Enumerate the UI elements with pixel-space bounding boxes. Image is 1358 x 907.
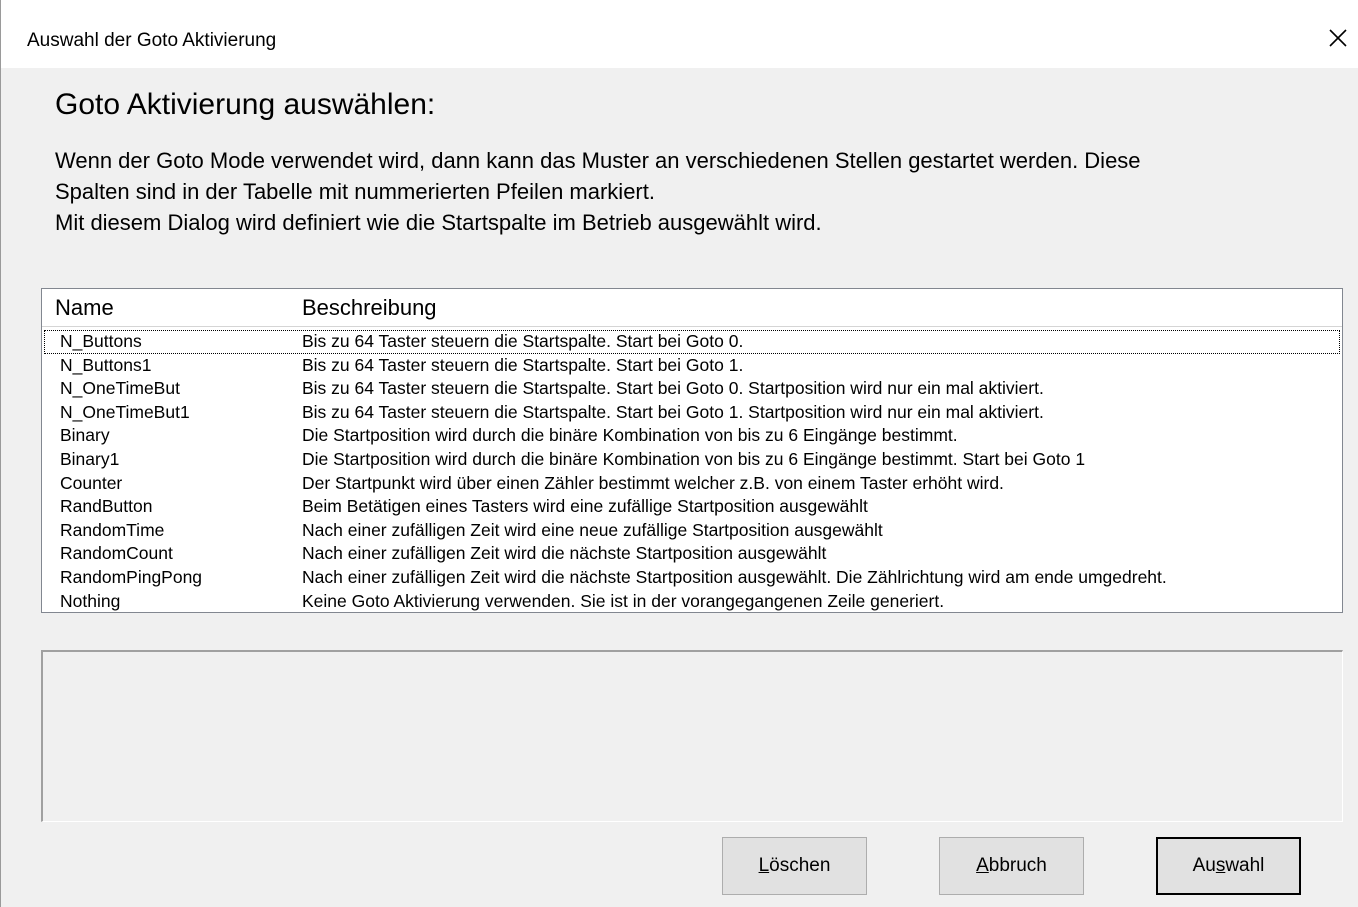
- row-description: Der Startpunkt wird über einen Zähler be…: [302, 472, 1004, 493]
- row-name: Counter: [60, 472, 123, 493]
- dialog-heading: Goto Aktivierung auswählen:: [55, 88, 436, 121]
- list-row[interactable]: N_OneTimeBut1 Bis zu 64 Taster steuern di…: [42, 401, 1342, 425]
- list-row[interactable]: RandomCount Nach einer zufälligen Zeit wi…: [42, 542, 1342, 566]
- row-name: N_OneTimeBut1: [60, 401, 190, 422]
- row-name: RandomTime: [60, 519, 165, 540]
- list-row[interactable]: RandomTime Nach einer zufälligen Zeit wir…: [42, 519, 1342, 543]
- list-row[interactable]: Binary Die Startposition wird durch die b…: [42, 424, 1342, 448]
- cancel-button[interactable]: Abbruch: [939, 837, 1084, 895]
- row-description: Nach einer zufälligen Zeit wird eine neu…: [302, 519, 883, 540]
- row-name: Binary: [60, 425, 110, 446]
- list-row[interactable]: RandomPingPong Nach einer zufälligen Zeit…: [42, 566, 1342, 590]
- row-description: Nach einer zufälligen Zeit wird die näch…: [302, 566, 1167, 587]
- row-description: Die Startposition wird durch die binäre …: [302, 448, 1086, 469]
- row-description: Bis zu 64 Taster steuern die Startspalte…: [302, 354, 744, 375]
- list-row[interactable]: Binary1 Die Startposition wird durch die …: [42, 448, 1342, 472]
- row-name: N_Buttons: [60, 331, 142, 351]
- list-rows: N_Buttons Bis zu 64 Taster steuern die St…: [42, 330, 1342, 612]
- row-name: N_Buttons1: [60, 354, 152, 375]
- row-description: Bis zu 64 Taster steuern die Startspalte…: [302, 401, 1044, 422]
- description-line: Wenn der Goto Mode verwendet wird, dann …: [55, 148, 1141, 173]
- select-button-accel: s: [1215, 855, 1226, 876]
- list-header: Name Beschreibung: [42, 289, 1342, 327]
- row-name: RandomPingPong: [60, 566, 203, 587]
- description-line: Mit diesem Dialog wird definiert wie die…: [55, 210, 822, 235]
- row-description: Nach einer zufälligen Zeit wird die näch…: [302, 543, 827, 564]
- close-button[interactable]: [1315, 16, 1358, 60]
- row-description: Die Startposition wird durch die binäre …: [302, 425, 958, 446]
- row-name: N_OneTimeBut: [60, 378, 180, 399]
- goto-mode-list[interactable]: Name Beschreibung N_Buttons Bis zu 64 Tas…: [41, 288, 1343, 613]
- delete-button-label: öschen: [769, 855, 831, 876]
- delete-button-accel: L: [758, 855, 770, 876]
- row-description: Bis zu 64 Taster steuern die Startspalte…: [302, 331, 744, 351]
- list-row[interactable]: RandButton Beim Betätigen eines Tasters w…: [42, 495, 1342, 519]
- description-text: Wenn der Goto Mode verwendet wird, dann …: [55, 145, 1335, 238]
- list-row[interactable]: N_Buttons Bis zu 64 Taster steuern die St…: [44, 330, 1340, 354]
- row-description: Keine Goto Aktivierung verwenden. Sie is…: [302, 590, 945, 611]
- row-name: Nothing: [60, 590, 121, 611]
- list-row[interactable]: N_Buttons1 Bis zu 64 Taster steuern die S…: [42, 354, 1342, 378]
- row-name: RandButton: [60, 496, 153, 517]
- select-button-label-pre: Au: [1192, 855, 1216, 876]
- row-description: Beim Betätigen eines Tasters wird eine z…: [302, 496, 868, 517]
- cancel-button-label: bbruch: [988, 855, 1047, 876]
- column-header-description[interactable]: Beschreibung: [302, 295, 437, 321]
- row-description: Bis zu 64 Taster steuern die Startspalte…: [302, 378, 1044, 399]
- cancel-button-accel: A: [976, 855, 989, 876]
- column-header-name[interactable]: Name: [55, 295, 114, 321]
- detail-box: [41, 650, 1343, 822]
- list-row[interactable]: Counter Der Startpunkt wird über einen Zä…: [42, 472, 1342, 496]
- list-row[interactable]: N_OneTimeBut Bis zu 64 Taster steuern die…: [42, 377, 1342, 401]
- description-line: Spalten sind in der Tabelle mit nummerie…: [55, 179, 655, 204]
- row-name: RandomCount: [60, 543, 173, 564]
- title-bar: Auswahl der Goto Aktivierung: [1, 0, 1358, 68]
- window-title: Auswahl der Goto Aktivierung: [27, 30, 277, 51]
- list-row[interactable]: Nothing Keine Goto Aktivierung verwenden.…: [42, 590, 1342, 612]
- dialog-window: Auswahl der Goto Aktivierung Goto Aktivi…: [0, 0, 1358, 907]
- delete-button[interactable]: Löschen: [722, 837, 867, 895]
- select-button-label: wahl: [1225, 855, 1265, 876]
- row-name: Binary1: [60, 448, 120, 469]
- close-icon: [1329, 29, 1347, 47]
- select-button[interactable]: Auswahl: [1156, 837, 1301, 895]
